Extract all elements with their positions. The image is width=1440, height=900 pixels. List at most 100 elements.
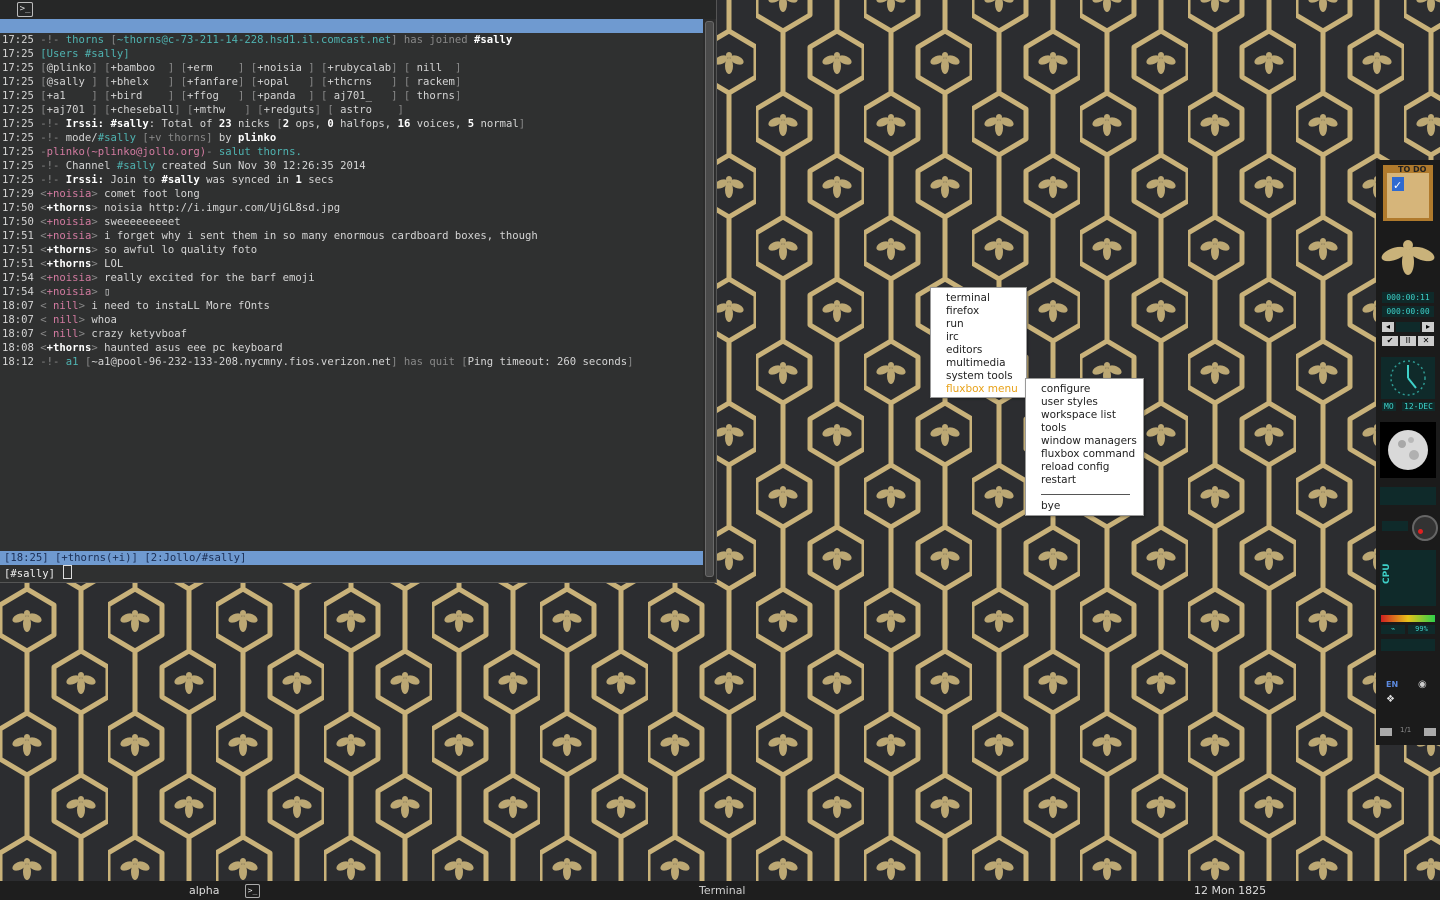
menu-item-fluxbox-menu[interactable]: fluxbox menu [946,383,1018,396]
irssi-message-log[interactable]: 17:25 -!- thorns [~thorns@c-73-211-14-22… [2,33,702,369]
irc-text-segment: Join to [110,174,162,186]
tray-dockapp[interactable]: EN ◉ ❖ [1378,678,1438,718]
submenu-item-bye[interactable]: bye [1041,500,1060,513]
network-dockapp[interactable] [1378,485,1438,543]
irc-text-segment: comet foot long [104,188,200,200]
irc-text-segment: ] [ [391,76,411,88]
irc-text-segment: crazy ketyvboaf [91,328,187,340]
irc-text-segment: -!- [40,160,66,172]
timer-1-readout: 000:00:11 [1382,292,1434,303]
menu-item-editors[interactable]: editors [946,344,982,357]
menu-item-run[interactable]: run [946,318,964,331]
terminal-titlebar[interactable]: >_ [0,0,716,19]
irc-message-line: 17:25 [@sally ] [+bhelx ] [+fanfare] [+o… [2,75,702,89]
fluxbox-root-menu[interactable]: terminal firefox run irc editors multimedia sy… [930,287,1027,398]
irc-text-segment: +cheseball [110,104,175,116]
menu-item-multimedia[interactable]: multimedia [946,357,1006,370]
battery-time [1381,639,1435,651]
submenu-item-workspace-list[interactable]: workspace list [1041,409,1116,422]
irc-text-segment: ] [ [238,62,258,74]
irc-text-segment: sweeeeeeeeet [104,216,181,228]
workspace-name[interactable]: alpha [189,884,220,897]
todo-dockapp[interactable]: ✓ TO DO [1378,163,1438,225]
svg-text:✓: ✓ [1393,179,1402,192]
workspace-prev-button[interactable] [1380,728,1392,736]
timer-stop-button[interactable]: ✕ [1418,336,1434,346]
irc-message-line: 17:54 <+noisia> ▯ [2,285,702,299]
lang-indicator[interactable]: EN [1386,680,1398,689]
irc-text-segment: > [91,286,105,298]
submenu-item-fluxbox-command[interactable]: fluxbox command [1041,448,1135,461]
irc-text-segment: ] [ [391,90,411,102]
irc-message-line: 17:25 -!- Channel #sally created Sun Nov… [2,159,702,173]
fluxbox-toolbar[interactable]: alpha >_ Terminal 12 Mon 1825 [0,881,1440,900]
network-control-knob[interactable] [1412,515,1438,541]
irc-text-segment: +opal [257,76,309,88]
timer-dockapp[interactable]: 000:00:11 000:00:00 ◂ ▸ ✔ II ✕ [1378,292,1438,348]
timer-start-button[interactable]: ✔ [1382,336,1398,346]
irc-text-segment: ops, [289,118,328,130]
submenu-item-configure[interactable]: configure [1041,383,1090,396]
menu-item-terminal[interactable]: terminal [946,292,990,305]
irc-text-segment: -!- [40,132,66,144]
terminal-icon[interactable]: >_ [17,2,33,17]
timer-prev-button[interactable]: ◂ [1382,322,1394,332]
timer-mode-display [1396,322,1420,332]
irc-text-segment: ] [454,90,462,102]
irc-text-segment: rackem [410,76,455,88]
irc-text-segment: ] [454,62,462,74]
workspace-next-button[interactable] [1424,728,1436,736]
cpu-dockapp: CPU [1378,550,1438,610]
irc-text-segment: +a1 [46,90,92,102]
irc-text-segment: 17:51 [2,258,41,270]
irc-text-segment: created Sun Nov 30 12:26:35 2014 [155,160,366,172]
irc-text-segment: Ping timeout: 260 seconds [467,356,628,368]
timer-pause-button[interactable]: II [1400,336,1416,346]
workspace-dockapp[interactable]: 1/1 [1378,726,1438,742]
irc-text-segment: ] [ [91,76,111,88]
irssi-input-line[interactable]: [#sally] [4,565,73,580]
irc-message-line: 18:07 < nill> i need to instaLL More fOn… [2,299,702,313]
terminal-icon[interactable]: >_ [245,884,260,898]
fluxbox-submenu[interactable]: configure user styles workspace list tools w… [1025,378,1144,516]
irc-text-segment: +bhelx [110,76,168,88]
dropbox-icon[interactable]: ❖ [1386,694,1395,705]
irc-message-line: 17:25 -!- mode/#sally [+v thorns] by pli… [2,131,702,145]
irc-text-segment: haunted asus eee pc keyboard [104,342,283,354]
menu-item-firefox[interactable]: firefox [946,305,979,318]
irc-text-segment: > [91,230,105,242]
submenu-item-reload-config[interactable]: reload config [1041,461,1109,474]
irc-text-segment: #sally [161,174,200,186]
irssi-topic-bar [0,19,703,33]
taskbar-item-terminal[interactable]: Terminal [699,884,746,897]
irc-text-segment: @plinko [46,62,92,74]
irc-text-segment: salut thorns. [218,146,302,158]
menu-item-system-tools[interactable]: system tools [946,370,1013,383]
irc-text-segment: 16 [397,118,411,130]
irc-text-segment: 17:25 [2,90,41,102]
menu-item-irc[interactable]: irc [946,331,959,344]
irc-text-segment: +noisia [46,272,92,284]
irc-text-segment: 17:25 [2,146,41,158]
network-slider[interactable] [1382,521,1408,531]
irc-text-segment: 17:54 [2,286,41,298]
submenu-item-restart[interactable]: restart [1041,474,1076,487]
irc-text-segment: 17:51 [2,230,41,242]
irc-text-segment: +fanfare [187,76,239,88]
terminal-window[interactable]: >_ 17:25 -!- thorns [~thorns@c-73-211-14… [0,0,717,583]
camera-icon[interactable]: ◉ [1418,679,1427,690]
bee-icon [1381,240,1435,275]
submenu-item-user-styles[interactable]: user styles [1041,396,1098,409]
irc-text-segment: +noisia [46,216,92,228]
submenu-item-tools[interactable]: tools [1041,422,1066,435]
irc-text-segment: mode/ [65,132,98,144]
irc-message-line: 18:12 -!- a1 [~a1@pool-96-232-133-208.ny… [2,355,702,369]
irc-text-segment: < [40,300,54,312]
irc-text-segment: ] [ [314,104,334,116]
irc-text-segment: ] [ [308,90,328,102]
battery-percent: 99% [1408,625,1435,634]
terminal-scrollbar[interactable] [703,19,715,580]
timer-next-button[interactable]: ▸ [1422,322,1434,332]
scrollbar-thumb[interactable] [705,21,714,577]
submenu-item-window-managers[interactable]: window managers [1041,435,1137,448]
